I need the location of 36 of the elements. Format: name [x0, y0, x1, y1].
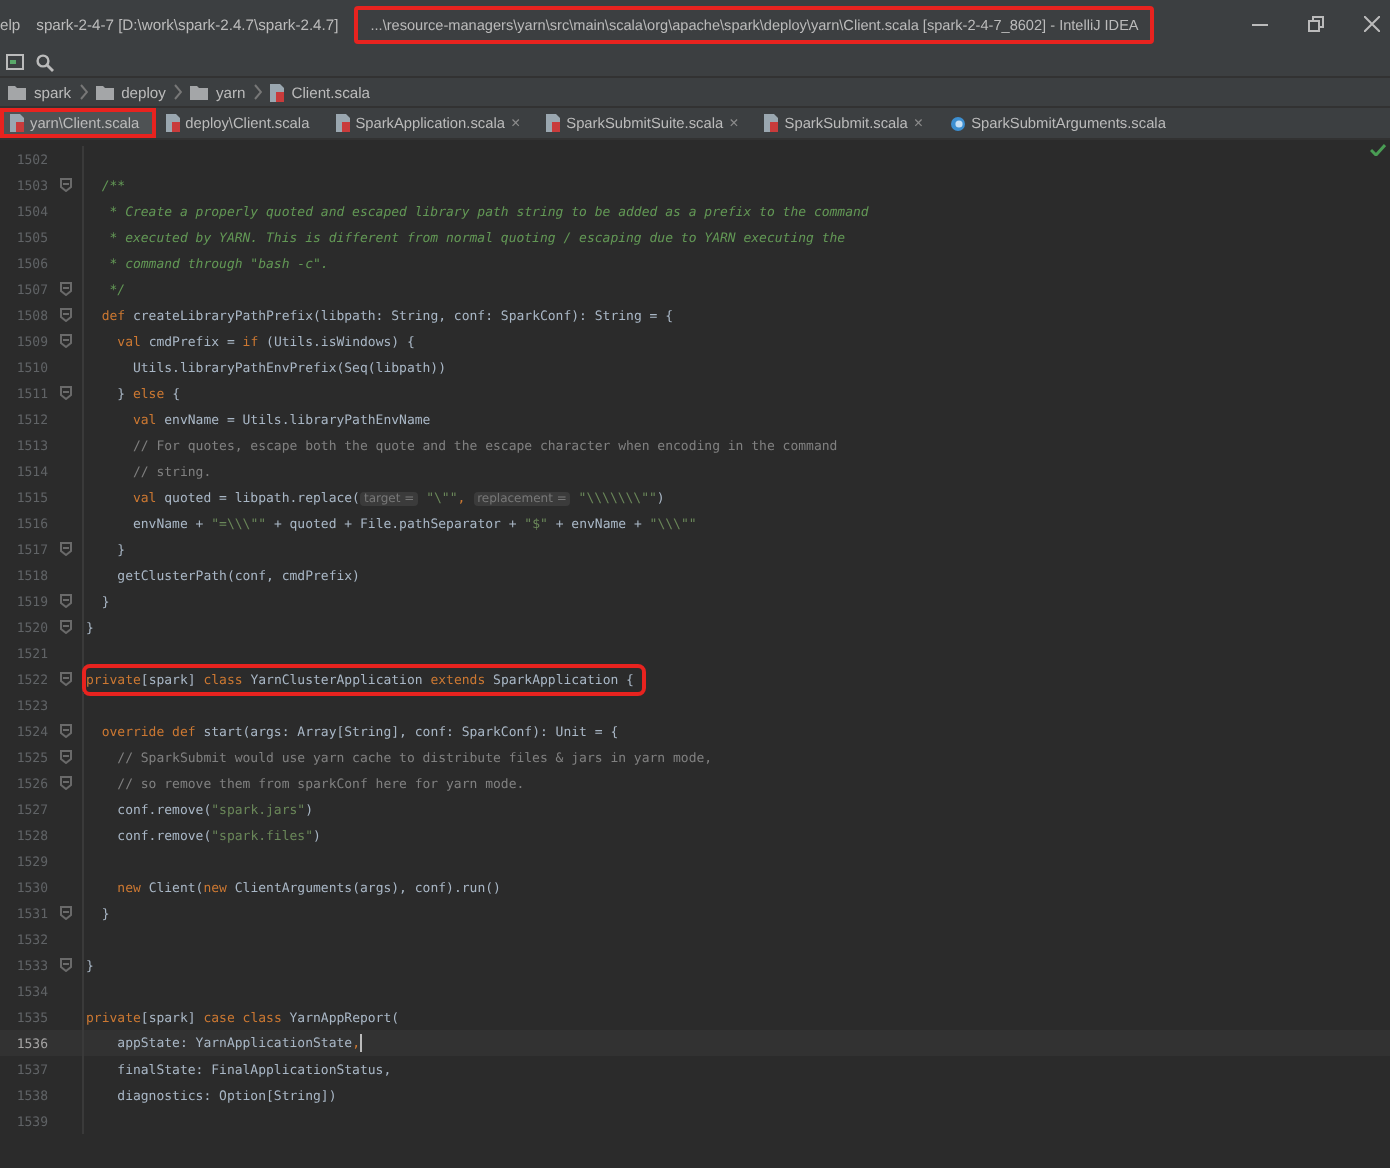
- fold-icon[interactable]: [59, 386, 71, 400]
- restore-icon[interactable]: [1308, 16, 1324, 32]
- fold-icon[interactable]: [59, 776, 71, 790]
- fold-icon[interactable]: [59, 334, 71, 348]
- fold-icon[interactable]: [59, 620, 71, 634]
- check-icon: [1370, 144, 1386, 156]
- fold-icon[interactable]: [59, 672, 71, 686]
- window-icon[interactable]: [6, 54, 24, 70]
- fold-icon[interactable]: [59, 282, 71, 296]
- chevron-icon: [173, 84, 182, 100]
- fold-icon[interactable]: [59, 724, 71, 738]
- folder-icon: [95, 85, 114, 99]
- file-icon: [165, 114, 180, 132]
- file-icon: [764, 114, 779, 132]
- close-icon[interactable]: [1364, 16, 1380, 32]
- folder-icon: [189, 85, 208, 99]
- file-icon: [546, 114, 561, 132]
- file-icon: [335, 114, 350, 132]
- fold-icon[interactable]: [59, 750, 71, 764]
- minimize-icon[interactable]: [1252, 23, 1268, 25]
- fold-icon[interactable]: [59, 542, 71, 556]
- fold-icon[interactable]: [59, 958, 71, 972]
- close-icon[interactable]: ×: [510, 114, 521, 132]
- file-icon: [10, 114, 24, 132]
- close-icon[interactable]: ×: [913, 114, 924, 132]
- search-icon[interactable]: [36, 53, 54, 71]
- chevron-icon: [253, 84, 262, 100]
- fold-icon[interactable]: [59, 178, 71, 192]
- file-icon: [949, 115, 966, 131]
- fold-icon[interactable]: [59, 594, 71, 608]
- close-icon[interactable]: ×: [729, 114, 739, 132]
- folder-icon: [8, 85, 26, 99]
- chevron-icon: [79, 84, 88, 100]
- file-icon: [269, 83, 284, 101]
- fold-icon[interactable]: [59, 308, 71, 322]
- fold-icon[interactable]: [59, 906, 71, 920]
